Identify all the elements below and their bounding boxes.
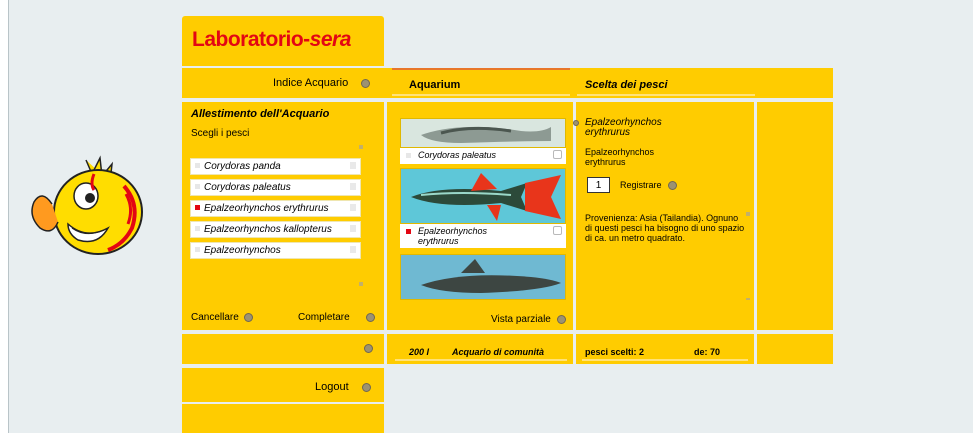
register-label: Registrare: [620, 180, 662, 190]
fish-photo-icon: [401, 255, 565, 299]
info-bullet-icon: [573, 120, 579, 126]
fish-name: Corydoras panda: [204, 161, 281, 172]
info-icon[interactable]: [350, 162, 356, 169]
aquarium-column-title: Aquarium: [409, 79, 461, 91]
checkbox-icon: [195, 226, 200, 231]
selected-checkbox-icon: [195, 205, 200, 210]
selected-checkbox-icon: [406, 229, 411, 234]
fish-name: Epalzeorhynchos erythrurus: [204, 203, 329, 214]
logo-panel: Laboratorio-sera: [182, 16, 384, 66]
fish-list-item[interactable]: Corydoras paleatus: [190, 179, 361, 196]
select-fish-icon[interactable]: [553, 226, 562, 235]
scroll-up-icon[interactable]: [359, 145, 363, 149]
quantity-input[interactable]: [587, 177, 610, 193]
logo-brand-text: sera: [309, 28, 352, 51]
checkbox-icon: [195, 184, 200, 189]
select-fish-icon[interactable]: [553, 150, 562, 159]
fish-list: Corydoras panda Corydoras paleatus Epalz…: [190, 158, 361, 263]
cancel-icon: [243, 312, 253, 322]
complete-button[interactable]: Completare: [298, 312, 376, 323]
info-icon[interactable]: [350, 246, 356, 253]
setup-panel: Allestimento dell'Acquario Scegli i pesc…: [182, 102, 384, 330]
partial-view-label: Vista parziale: [491, 314, 551, 325]
status-spacer: [757, 334, 833, 364]
logout-button[interactable]: Logout: [315, 381, 371, 393]
nav-index-link[interactable]: Indice Acquario: [273, 77, 371, 89]
fish-detail-panel: Epalzeorhynchos erythrurus Epalzeorhynch…: [573, 102, 754, 330]
caption-text: Epalzeorhynchos erythrurus: [418, 226, 488, 246]
divider-line: [582, 359, 748, 361]
active-tab-indicator: [392, 68, 570, 70]
choose-fish-label: Scegli i pesci: [191, 128, 250, 139]
setup-title: Allestimento dell'Acquario: [191, 108, 330, 120]
cancel-label: Cancellare: [191, 312, 239, 323]
divider-line: [577, 94, 755, 96]
fish-name: Corydoras paleatus: [204, 182, 291, 193]
detail-fish-title: Epalzeorhynchos erythrurus: [585, 117, 662, 138]
top-bar: Indice Acquario Aquarium Scelta dei pesc…: [182, 68, 833, 98]
chosen-fish-count: pesci scelti: 2: [585, 347, 645, 357]
fish-caption-selected: Epalzeorhynchos erythrurus: [400, 224, 566, 248]
divider-line: [392, 94, 570, 96]
side-spacer: [757, 102, 833, 330]
scroll-down-icon[interactable]: [359, 282, 363, 286]
logout-icon: [361, 382, 371, 392]
logout-label: Logout: [315, 381, 349, 393]
max-fish-count: de: 70: [694, 347, 721, 357]
footer-panel: [182, 404, 384, 433]
status-left: [182, 334, 384, 364]
fish-caption: Corydoras paleatus: [400, 148, 566, 164]
logo-main-text: Laboratorio: [192, 28, 304, 51]
fish-name: Epalzeorhynchos kallopterus: [204, 224, 332, 235]
fish-list-item[interactable]: Corydoras panda: [190, 158, 361, 175]
brand-logo[interactable]: Laboratorio-sera: [192, 28, 351, 52]
complete-label: Completare: [298, 312, 350, 323]
corydoras-photo-icon: [401, 119, 565, 147]
fish-photo[interactable]: [400, 118, 566, 148]
aquarium-panel: Corydoras paleatus Epalzeorhynchos eryth…: [387, 102, 573, 330]
status-aquarium: 200 l Acquario di comunità: [387, 334, 573, 364]
checkbox-icon: [406, 153, 411, 158]
fish-choice-column-title: Scelta dei pesci: [585, 79, 668, 91]
nav-index-bullet-icon: [361, 78, 371, 88]
caption-text: Corydoras paleatus: [418, 150, 497, 160]
detail-fish-name: Epalzeorhynchos erythrurus: [585, 147, 655, 167]
nav-index-label: Indice Acquario: [273, 77, 349, 89]
epalzeorhynchos-photo-icon: [401, 169, 565, 223]
provenance-text: Provenienza: Asia (Tailandia). Ognuno di…: [585, 213, 745, 243]
partial-view-icon: [556, 314, 566, 324]
register-icon: [668, 181, 678, 191]
cancel-button[interactable]: Cancellare: [191, 312, 253, 323]
fish-photo[interactable]: [400, 254, 566, 300]
info-icon[interactable]: [350, 183, 356, 190]
status-fish-count: pesci scelti: 2 de: 70: [576, 334, 754, 364]
info-icon[interactable]: [350, 204, 356, 211]
scroll-down-icon[interactable]: [746, 298, 750, 300]
checkbox-icon: [195, 247, 200, 252]
divider-line: [395, 359, 567, 361]
partial-view-button[interactable]: Vista parziale: [491, 314, 566, 325]
fish-list-item[interactable]: Epalzeorhynchos kallopterus: [190, 221, 361, 238]
aquarium-type: Acquario di comunità: [452, 347, 545, 357]
info-icon[interactable]: [350, 225, 356, 232]
scroll-up-icon[interactable]: [746, 212, 750, 216]
fish-name: Epalzeorhynchos: [204, 245, 281, 256]
aquarium-volume: 200 l: [409, 347, 430, 357]
mascot-fish-icon: [31, 155, 143, 255]
fish-photo[interactable]: [400, 168, 566, 224]
status-bullet-icon: [364, 344, 373, 353]
checkbox-icon: [195, 163, 200, 168]
fish-list-item[interactable]: Epalzeorhynchos: [190, 242, 361, 259]
fish-list-item-selected[interactable]: Epalzeorhynchos erythrurus: [190, 200, 361, 217]
logout-panel: Logout: [182, 368, 384, 402]
complete-icon: [366, 312, 376, 322]
register-button[interactable]: Registrare: [620, 180, 678, 191]
